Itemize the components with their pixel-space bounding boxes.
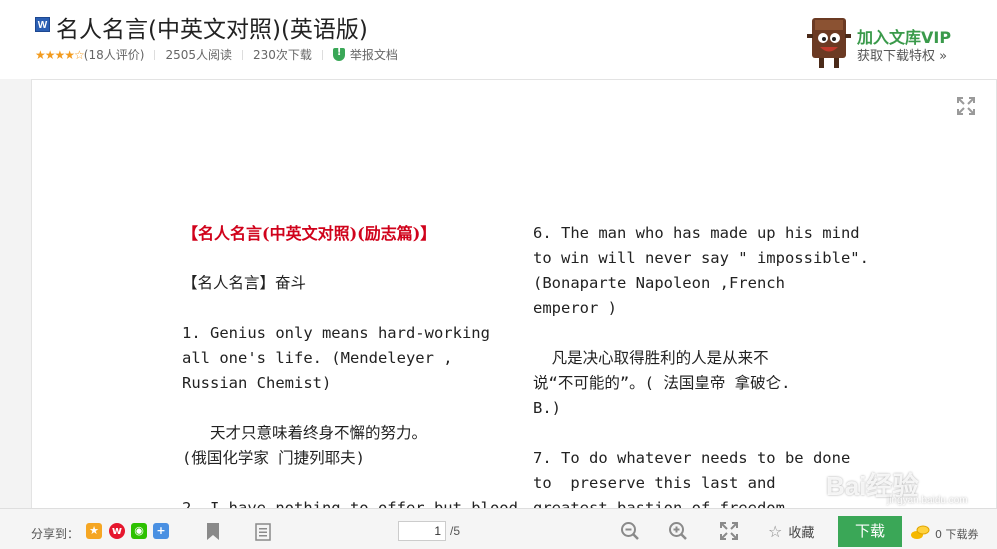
zoom-in-icon[interactable] <box>668 521 688 541</box>
favorite-label: 收藏 <box>788 526 815 541</box>
document-list-icon[interactable] <box>255 523 271 541</box>
qzone-star-icon[interactable]: ★ <box>86 523 102 539</box>
favorite-button[interactable]: ☆ 收藏 <box>768 522 814 541</box>
divider <box>321 49 323 60</box>
document-heading: 【名人名言(中英文对照)(励志篇)】 <box>182 224 437 243</box>
fullscreen-icon[interactable] <box>957 97 975 115</box>
page-total: /5 <box>450 524 461 538</box>
quote-1-en: 1. Genius only means hard-working all on… <box>182 324 490 392</box>
download-count: 230次下载 <box>252 48 312 62</box>
download-button[interactable]: 下载 <box>838 516 902 547</box>
watermark-url: jingyan.baidu.com <box>887 495 968 506</box>
divider <box>241 49 243 60</box>
document-column-right: 6. The man who has made up his mind to w… <box>533 196 869 549</box>
book-mascot-icon[interactable] <box>806 14 852 72</box>
fullscreen-toolbar-icon[interactable] <box>719 521 739 541</box>
rating-count[interactable]: (18人评价) <box>84 46 145 63</box>
bookmark-icon[interactable] <box>207 523 219 540</box>
document-column-left: 【名人名言(中英文对照)(励志篇)】 【名人名言】奋斗 1. Genius only… <box>182 196 527 549</box>
zoom-out-icon[interactable] <box>620 521 640 541</box>
page-title: 名人名言(中英文对照)(英语版) <box>56 17 368 43</box>
document-header: W 名人名言(中英文对照)(英语版) ★★★★☆ (18人评价) 2505人阅读… <box>0 0 997 79</box>
divider <box>154 49 156 60</box>
quote-1-cn: 天才只意味着终身不懈的努力。 (俄国化学家 门捷列耶夫) <box>182 424 427 467</box>
rating-stars-icon[interactable]: ★★★★☆ <box>35 48 85 62</box>
word-doc-icon: W <box>35 17 50 32</box>
read-count: 2505人阅读 <box>165 48 232 62</box>
more-share-plus-icon[interactable]: + <box>153 523 169 539</box>
weibo-icon[interactable]: w <box>109 523 125 539</box>
section-title: 【名人名言】奋斗 <box>182 274 307 292</box>
viewer-toolbar: 分享到： ★ w ◉ + 1 /5 ☆ 收藏 下载 0 下载券 <box>0 508 997 549</box>
document-meta: ★★★★☆ (18人评价) 2505人阅读 230次下载 举报文档 <box>35 46 398 63</box>
coupon-coin-icon <box>911 525 930 539</box>
page-number-input[interactable]: 1 <box>398 521 446 541</box>
report-link[interactable]: 举报文档 <box>350 46 398 63</box>
coupon-count: 0 下载券 <box>935 528 979 541</box>
vip-privilege-link[interactable]: 获取下载特权 » <box>857 45 947 64</box>
wechat-icon[interactable]: ◉ <box>131 523 147 539</box>
share-label: 分享到： <box>31 527 80 541</box>
quote-6-cn: 凡是决心取得胜利的人是从来不 说“不可能的”。( 法国皇帝 拿破仑. B.) <box>533 349 791 417</box>
quote-6-en: 6. The man who has made up his mind to w… <box>533 224 869 317</box>
shield-icon <box>332 47 345 61</box>
star-outline-icon: ☆ <box>768 522 783 541</box>
